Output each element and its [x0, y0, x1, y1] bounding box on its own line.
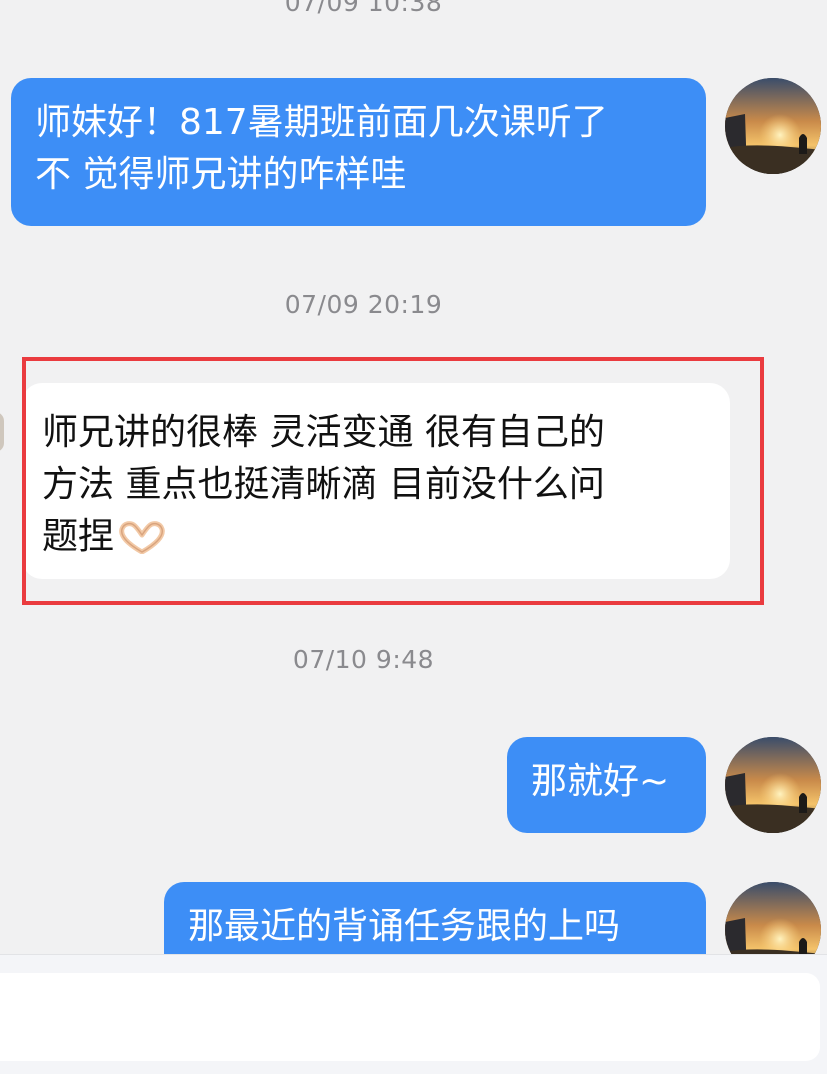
message-text: 方法 重点也挺清晰滴 目前没什么问 — [42, 464, 605, 505]
message-text: 题捏 — [42, 516, 115, 557]
message-bubble-outgoing[interactable]: 师妹好！817暑期班前面几次课听了 不 觉得师兄讲的咋样哇 — [11, 78, 706, 226]
timestamp: 07/09 10:38 — [284, 0, 443, 17]
message-composer — [0, 954, 827, 1074]
avatar-sunset-image — [725, 78, 821, 174]
message-text: 师兄讲的很棒 灵活变通 很有自己的 — [42, 412, 605, 453]
avatar[interactable] — [725, 78, 821, 174]
heart-hands-icon — [118, 517, 166, 569]
timestamp: 07/09 20:19 — [284, 290, 443, 319]
message-bubble-incoming[interactable]: 师兄讲的很棒 灵活变通 很有自己的 方法 重点也挺清晰滴 目前没什么问 题捏 — [22, 383, 730, 579]
message-text: 那就好~ — [531, 761, 670, 802]
chat-thread[interactable]: 07/09 10:38 师妹好！817暑期班前面几次课听了 不 觉得师兄讲的咋样… — [0, 0, 827, 1073]
message-text: 不 觉得师兄讲的咋样哇 — [35, 154, 407, 195]
avatar[interactable] — [0, 412, 4, 452]
timestamp: 07/10 9:48 — [292, 645, 435, 674]
avatar[interactable] — [725, 737, 821, 833]
avatar-sunset-image — [725, 737, 821, 833]
message-text: 师妹好！817暑期班前面几次课听了 — [35, 102, 608, 143]
message-input[interactable] — [0, 973, 820, 1061]
message-text: 那最近的背诵任务跟的上吗 — [188, 906, 621, 947]
message-bubble-outgoing[interactable]: 那就好~ — [507, 737, 706, 833]
